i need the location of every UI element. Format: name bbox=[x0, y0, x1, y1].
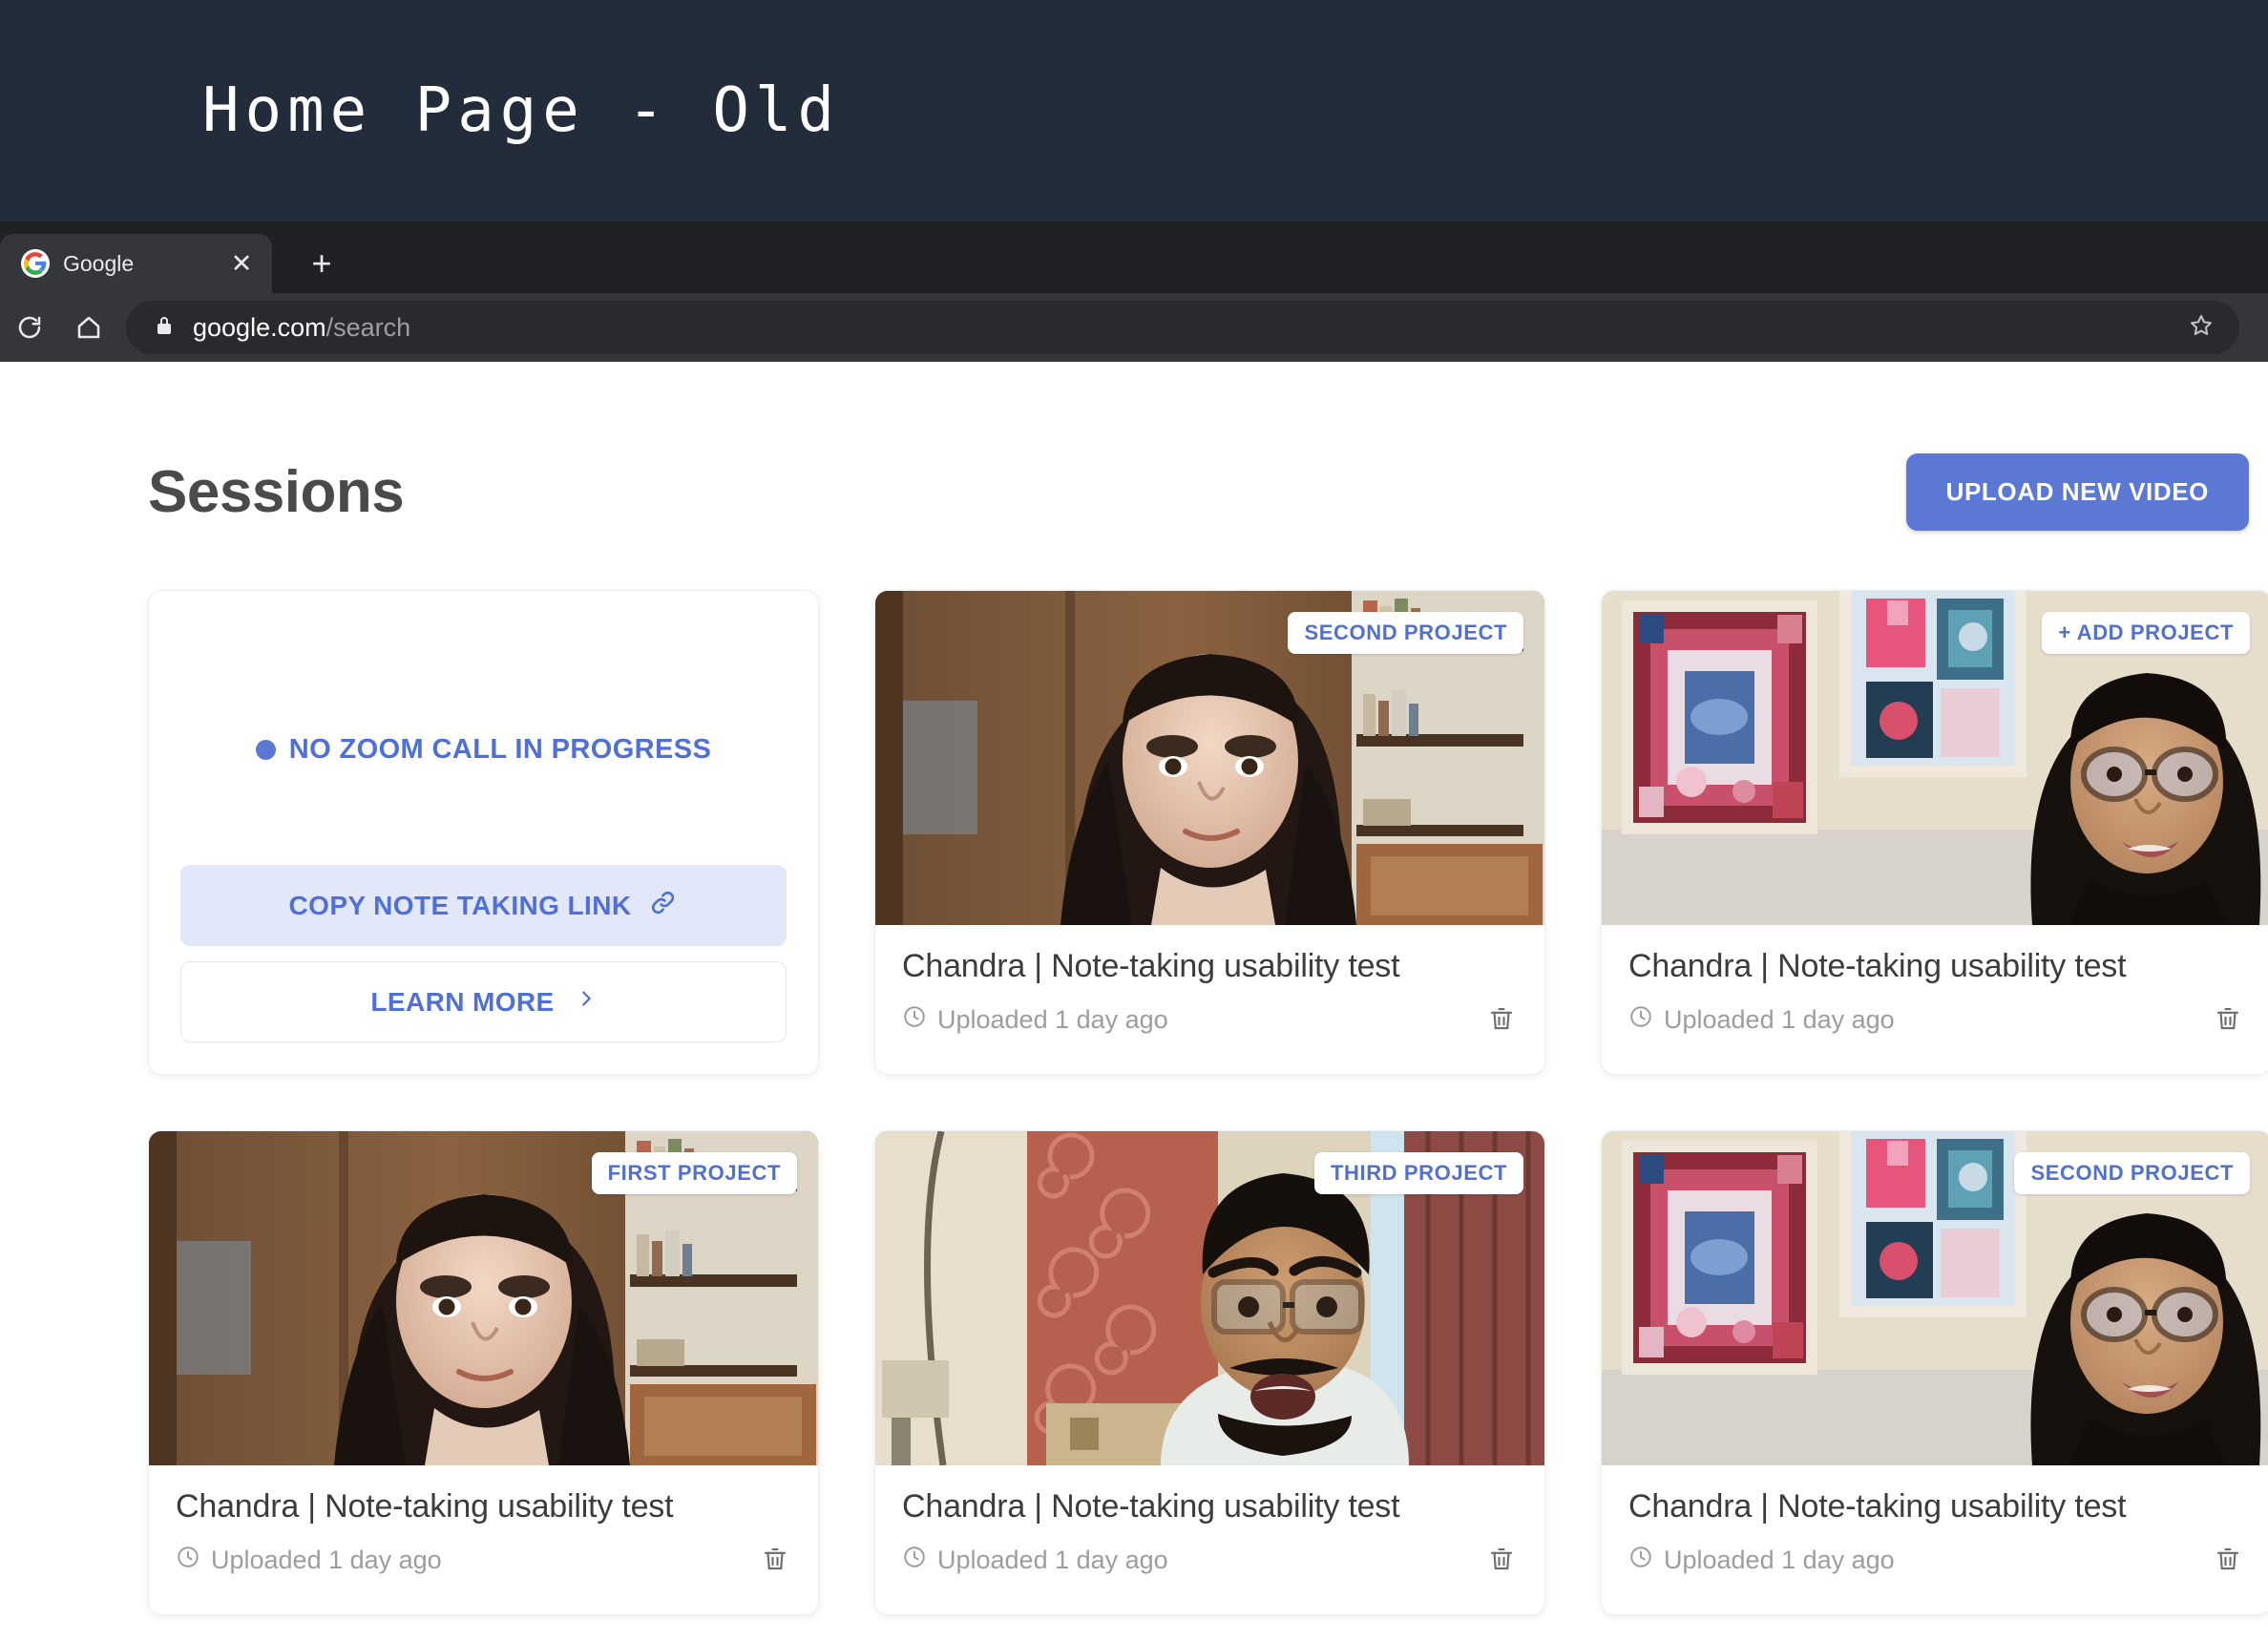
session-thumbnail[interactable]: + ADD PROJECT bbox=[1602, 591, 2268, 925]
learn-more-button[interactable]: LEARN MORE bbox=[180, 961, 787, 1042]
session-card[interactable]: + ADD PROJECT Chandra | Note-taking usab… bbox=[1601, 590, 2268, 1075]
lock-icon bbox=[153, 314, 176, 342]
clock-icon bbox=[176, 1545, 200, 1576]
clock-icon bbox=[902, 1545, 927, 1576]
reload-icon[interactable] bbox=[0, 298, 59, 357]
delete-session-button[interactable] bbox=[1483, 1000, 1520, 1040]
project-badge[interactable]: FIRST PROJECT bbox=[591, 1152, 797, 1194]
status-dot-icon bbox=[255, 740, 276, 760]
upload-new-video-button[interactable]: UPLOAD NEW VIDEO bbox=[1905, 453, 2249, 531]
session-thumbnail[interactable]: THIRD PROJECT bbox=[875, 1131, 1544, 1465]
clock-icon bbox=[1628, 1545, 1653, 1576]
delete-session-button[interactable] bbox=[757, 1541, 793, 1580]
home-icon[interactable] bbox=[59, 298, 118, 357]
session-card[interactable]: THIRD PROJECT Chandra | Note-taking usab… bbox=[874, 1130, 1545, 1615]
browser-toolbar: google.com/search bbox=[0, 293, 2268, 362]
clock-icon bbox=[902, 1004, 927, 1036]
address-bar[interactable]: google.com/search bbox=[126, 301, 2239, 354]
close-icon[interactable]: ✕ bbox=[228, 250, 255, 277]
delete-session-button[interactable] bbox=[2210, 1000, 2246, 1040]
browser-tab-title: Google bbox=[63, 250, 135, 276]
status-badge: NO ZOOM CALL IN PROGRESS bbox=[288, 734, 712, 765]
copy-note-taking-link-label: COPY NOTE TAKING LINK bbox=[288, 890, 632, 920]
browser-tab-google[interactable]: Google ✕ bbox=[0, 234, 272, 293]
tab-strip: Google ✕ + bbox=[0, 221, 2268, 293]
session-title: Chandra | Note-taking usability test bbox=[902, 948, 1400, 984]
session-uploaded: Uploaded 1 day ago bbox=[1628, 1004, 1895, 1036]
learn-more-label: LEARN MORE bbox=[370, 986, 555, 1017]
project-badge[interactable]: THIRD PROJECT bbox=[1313, 1152, 1523, 1194]
chevron-right-icon bbox=[576, 984, 597, 1020]
session-uploaded-text: Uploaded 1 day ago bbox=[937, 1546, 1168, 1574]
session-card[interactable]: FIRST PROJECT Chandra | Note-taking usab… bbox=[148, 1130, 819, 1615]
session-uploaded: Uploaded 1 day ago bbox=[902, 1545, 1168, 1576]
page-content: Sessions UPLOAD NEW VIDEO NO ZOOM CALL I… bbox=[0, 362, 2268, 1641]
project-badge[interactable]: SECOND PROJECT bbox=[1288, 612, 1523, 654]
session-uploaded-text: Uploaded 1 day ago bbox=[211, 1546, 442, 1574]
zoom-call-status: NO ZOOM CALL IN PROGRESS bbox=[255, 734, 712, 766]
url-text: google.com/search bbox=[193, 313, 410, 343]
session-title: Chandra | Note-taking usability test bbox=[176, 1488, 674, 1525]
trash-icon bbox=[2214, 1004, 2242, 1036]
url-path: /search bbox=[326, 312, 411, 342]
google-favicon-icon bbox=[21, 249, 50, 278]
url-domain: google.com bbox=[193, 312, 326, 342]
session-uploaded-text: Uploaded 1 day ago bbox=[1664, 1546, 1895, 1574]
link-icon bbox=[648, 888, 678, 924]
sessions-grid: NO ZOOM CALL IN PROGRESS COPY NOTE TAKIN… bbox=[148, 590, 2268, 1615]
copy-note-taking-link-button[interactable]: COPY NOTE TAKING LINK bbox=[180, 865, 787, 946]
session-uploaded-text: Uploaded 1 day ago bbox=[1664, 1005, 1895, 1034]
trash-icon bbox=[1487, 1004, 1516, 1036]
session-uploaded: Uploaded 1 day ago bbox=[1628, 1545, 1895, 1576]
annotation-banner: Home Page - Old bbox=[0, 0, 2268, 221]
page-title: Sessions bbox=[148, 459, 405, 525]
new-tab-button[interactable]: + bbox=[303, 246, 341, 281]
trash-icon bbox=[761, 1545, 789, 1576]
browser-chrome: Google ✕ + google.com/search bbox=[0, 221, 2268, 362]
session-title: Chandra | Note-taking usability test bbox=[1628, 948, 2127, 984]
session-uploaded-text: Uploaded 1 day ago bbox=[937, 1005, 1168, 1034]
session-card[interactable]: SECOND PROJECT Chandra | Note-taking usa… bbox=[1601, 1130, 2268, 1615]
project-badge[interactable]: + ADD PROJECT bbox=[2042, 612, 2250, 654]
session-card[interactable]: SECOND PROJECT Chandra | Note-taking usa… bbox=[874, 590, 1545, 1075]
session-thumbnail[interactable]: SECOND PROJECT bbox=[875, 591, 1544, 925]
trash-icon bbox=[1487, 1545, 1516, 1576]
session-title: Chandra | Note-taking usability test bbox=[1628, 1488, 2127, 1525]
project-badge[interactable]: SECOND PROJECT bbox=[2014, 1152, 2250, 1194]
session-thumbnail[interactable]: FIRST PROJECT bbox=[149, 1131, 818, 1465]
zoom-call-status-card: NO ZOOM CALL IN PROGRESS COPY NOTE TAKIN… bbox=[148, 590, 819, 1075]
delete-session-button[interactable] bbox=[2210, 1541, 2246, 1580]
trash-icon bbox=[2214, 1545, 2242, 1576]
session-uploaded: Uploaded 1 day ago bbox=[902, 1004, 1168, 1036]
star-icon[interactable] bbox=[2188, 312, 2215, 344]
clock-icon bbox=[1628, 1004, 1653, 1036]
annotation-title: Home Page - Old bbox=[202, 75, 840, 146]
session-uploaded: Uploaded 1 day ago bbox=[176, 1545, 442, 1576]
delete-session-button[interactable] bbox=[1483, 1541, 1520, 1580]
session-thumbnail[interactable]: SECOND PROJECT bbox=[1602, 1131, 2268, 1465]
page-header: Sessions UPLOAD NEW VIDEO bbox=[148, 453, 2268, 531]
session-title: Chandra | Note-taking usability test bbox=[902, 1488, 1400, 1525]
